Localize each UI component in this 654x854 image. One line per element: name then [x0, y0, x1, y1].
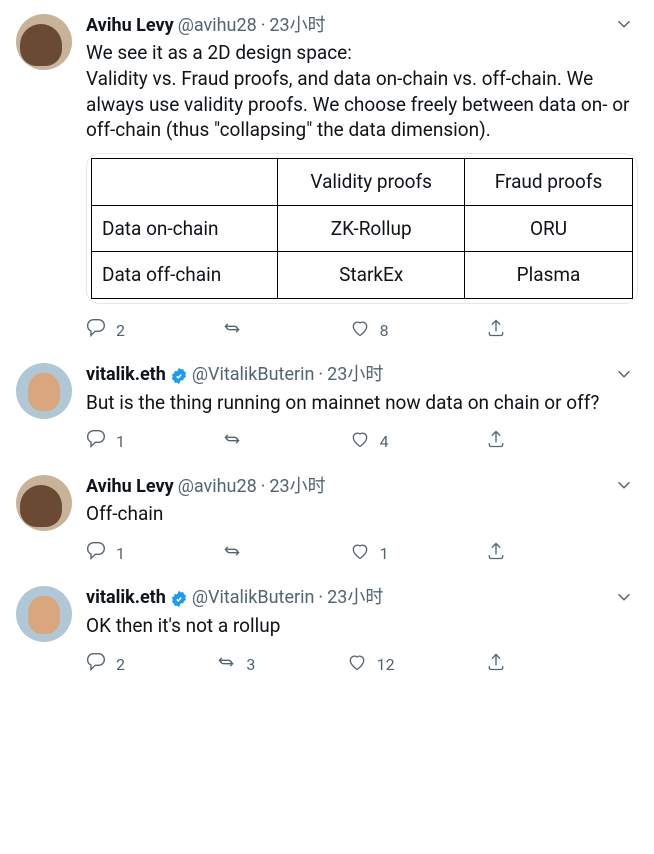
tweet-actions: 1 4 — [86, 429, 506, 455]
retweet-icon — [222, 429, 242, 455]
tweet-header: vitalik.eth @VitalikButerin · 23小时 — [86, 586, 638, 610]
verified-badge-icon — [170, 590, 188, 608]
like-button[interactable]: 1 — [350, 541, 389, 567]
table-col-header: Validity proofs — [278, 158, 465, 205]
chevron-down-icon — [613, 474, 635, 503]
embedded-table-card[interactable]: Validity proofs Fraud proofs Data on-cha… — [86, 153, 638, 304]
reply-icon — [86, 318, 106, 344]
like-count: 8 — [380, 320, 389, 342]
reply-icon — [86, 541, 106, 567]
share-button[interactable] — [486, 541, 506, 567]
author-handle[interactable]: @VitalikButerin — [192, 363, 315, 387]
tweet[interactable]: vitalik.eth @VitalikButerin · 23小时 But i… — [0, 349, 654, 461]
reply-count: 2 — [116, 654, 125, 676]
table-cell: ORU — [465, 205, 633, 252]
retweet-button[interactable] — [222, 318, 252, 344]
author-name[interactable]: vitalik.eth — [86, 586, 166, 610]
dot-separator: · — [261, 14, 266, 38]
reply-button[interactable]: 1 — [86, 429, 125, 455]
reply-count: 2 — [116, 320, 125, 342]
author-name[interactable]: vitalik.eth — [86, 363, 166, 387]
reply-icon — [86, 429, 106, 455]
like-count: 4 — [380, 431, 389, 453]
tweet-actions: 2 8 — [86, 318, 506, 344]
retweet-icon — [222, 318, 242, 344]
tweet[interactable]: vitalik.eth @VitalikButerin · 23小时 OK th… — [0, 572, 654, 684]
tweet-text: We see it as a 2D design space: Validity… — [86, 40, 638, 143]
chevron-down-icon — [613, 363, 635, 392]
like-count: 12 — [377, 654, 395, 676]
share-icon — [486, 318, 506, 344]
reply-icon — [86, 652, 106, 678]
share-icon — [486, 429, 506, 455]
reply-count: 1 — [116, 431, 125, 453]
avatar[interactable] — [16, 363, 72, 419]
retweet-count: 3 — [246, 654, 255, 676]
tweet-text: But is the thing running on mainnet now … — [86, 390, 638, 416]
heart-icon — [350, 541, 370, 567]
avatar[interactable] — [16, 586, 72, 642]
timestamp[interactable]: 23小时 — [327, 363, 383, 387]
avatar[interactable] — [16, 14, 72, 70]
timestamp[interactable]: 23小时 — [269, 14, 325, 38]
reply-button[interactable]: 2 — [86, 652, 125, 678]
table-row-header: Data on-chain — [92, 205, 278, 252]
share-icon — [486, 541, 506, 567]
more-options-button[interactable] — [610, 363, 638, 391]
retweet-button[interactable] — [222, 429, 252, 455]
chevron-down-icon — [613, 586, 635, 615]
timestamp[interactable]: 23小时 — [327, 586, 383, 610]
heart-icon — [347, 652, 367, 678]
author-name[interactable]: Avihu Levy — [86, 14, 174, 38]
table-cell: StarkEx — [278, 252, 465, 299]
tweet-text: OK then it's not a rollup — [86, 613, 638, 639]
share-icon — [486, 652, 506, 678]
more-options-button[interactable] — [610, 475, 638, 503]
tweet-header: Avihu Levy @avihu28 · 23小时 — [86, 14, 638, 38]
tweet-header: Avihu Levy @avihu28 · 23小时 — [86, 475, 638, 499]
reply-button[interactable]: 1 — [86, 541, 125, 567]
share-button[interactable] — [486, 652, 506, 678]
more-options-button[interactable] — [610, 14, 638, 42]
dot-separator: · — [318, 363, 323, 387]
tweet-text: Off-chain — [86, 501, 638, 527]
table-cell: ZK-Rollup — [278, 205, 465, 252]
share-button[interactable] — [486, 318, 506, 344]
table-cell: Plasma — [465, 252, 633, 299]
heart-icon — [350, 318, 370, 344]
like-button[interactable]: 8 — [350, 318, 389, 344]
dot-separator: · — [261, 475, 266, 499]
retweet-button[interactable]: 3 — [216, 652, 255, 678]
chevron-down-icon — [613, 13, 635, 42]
dot-separator: · — [318, 586, 323, 610]
heart-icon — [350, 429, 370, 455]
reply-count: 1 — [116, 543, 125, 565]
author-handle[interactable]: @avihu28 — [178, 14, 257, 38]
more-options-button[interactable] — [610, 586, 638, 614]
tweet[interactable]: Avihu Levy @avihu28 · 23小时 We see it as … — [0, 0, 654, 349]
like-count: 1 — [380, 543, 389, 565]
avatar[interactable] — [16, 475, 72, 531]
share-button[interactable] — [486, 429, 506, 455]
retweet-icon — [216, 652, 236, 678]
author-handle[interactable]: @VitalikButerin — [192, 586, 315, 610]
verified-badge-icon — [170, 367, 188, 385]
tweet[interactable]: Avihu Levy @avihu28 · 23小时 Off-chain 1 1 — [0, 461, 654, 573]
tweet-actions: 2 3 12 — [86, 652, 506, 678]
design-space-table: Validity proofs Fraud proofs Data on-cha… — [91, 158, 633, 299]
retweet-button[interactable] — [222, 541, 252, 567]
author-handle[interactable]: @avihu28 — [178, 475, 257, 499]
table-row-header: Data off-chain — [92, 252, 278, 299]
table-col-header: Fraud proofs — [465, 158, 633, 205]
author-name[interactable]: Avihu Levy — [86, 475, 174, 499]
timestamp[interactable]: 23小时 — [269, 475, 325, 499]
like-button[interactable]: 4 — [350, 429, 389, 455]
retweet-icon — [222, 541, 242, 567]
table-blank-cell — [92, 158, 278, 205]
reply-button[interactable]: 2 — [86, 318, 125, 344]
tweet-header: vitalik.eth @VitalikButerin · 23小时 — [86, 363, 638, 387]
like-button[interactable]: 12 — [347, 652, 395, 678]
tweet-actions: 1 1 — [86, 541, 506, 567]
